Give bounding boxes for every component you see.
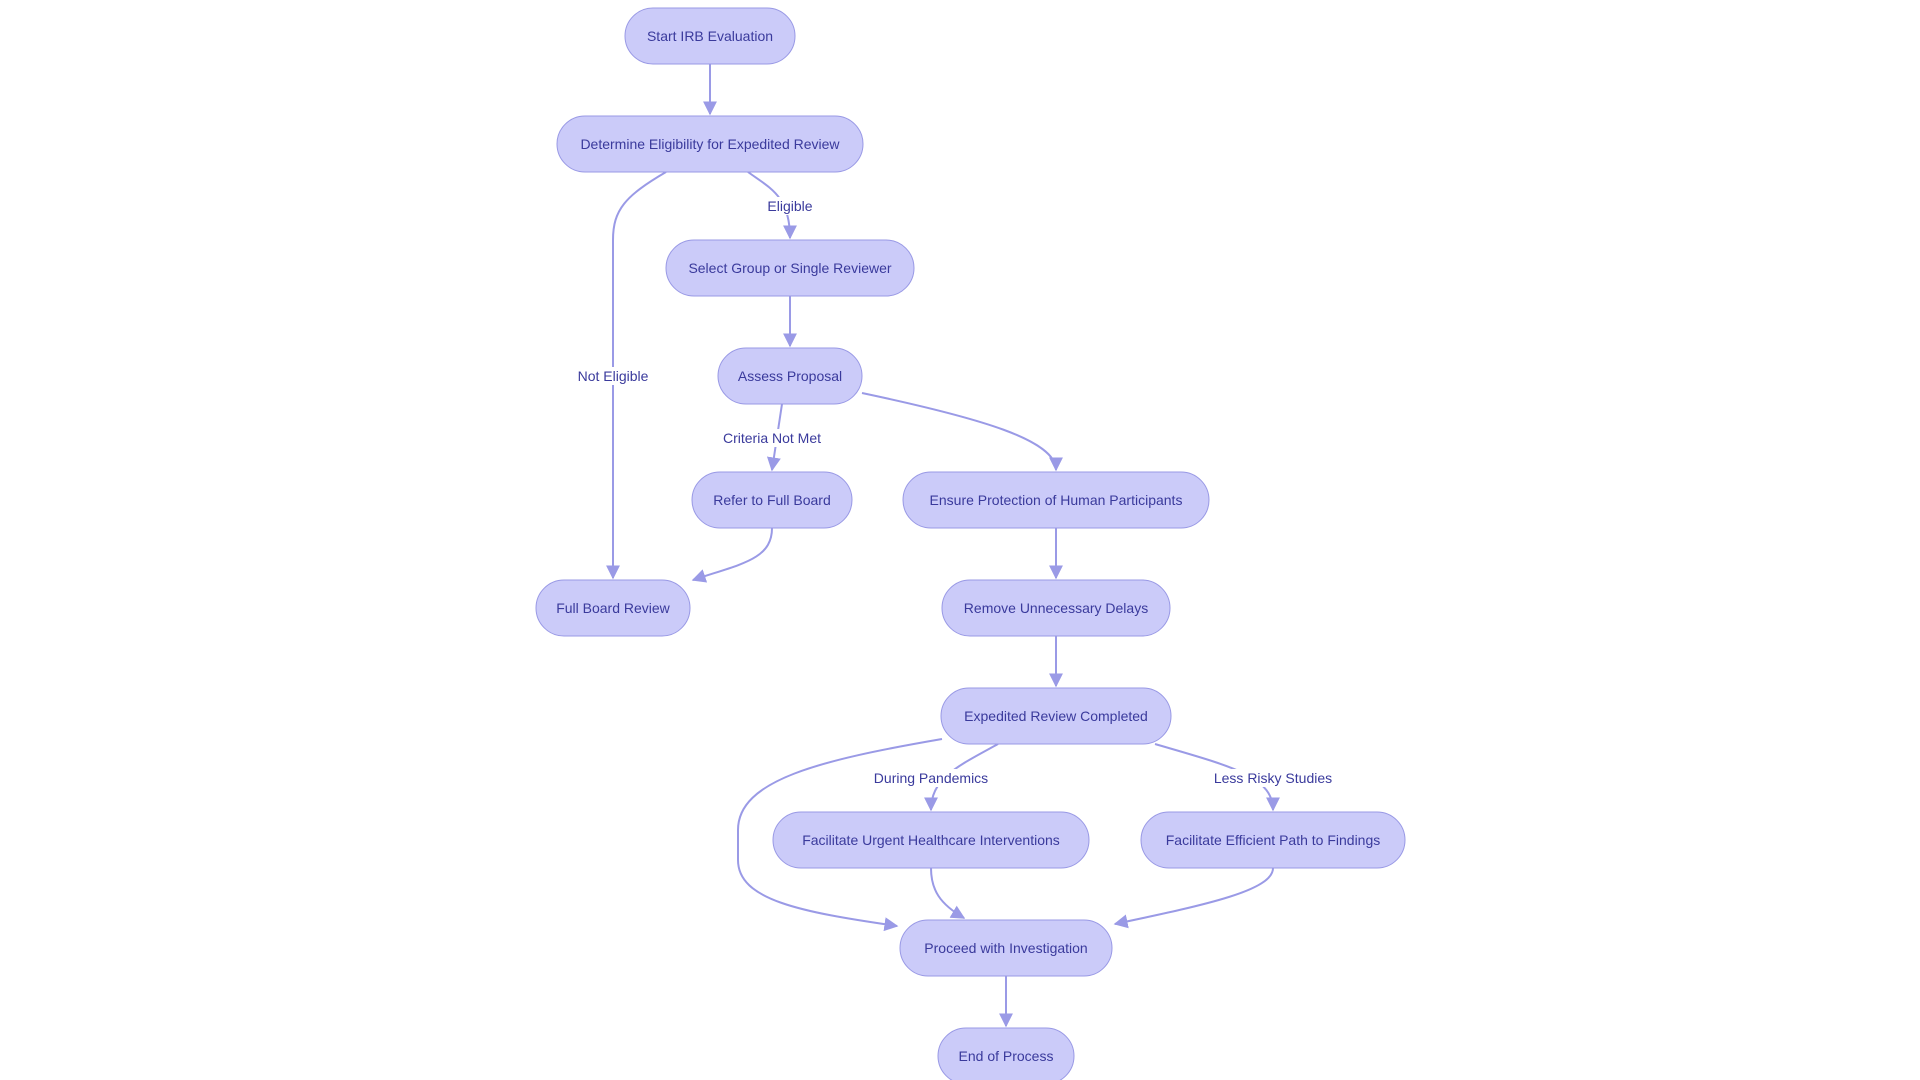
node-label: Determine Eligibility for Expedited Revi… xyxy=(580,136,840,152)
edge-label-text: Not Eligible xyxy=(578,368,649,384)
edge-urgent-to-proceed xyxy=(930,867,966,919)
edge-assess-to-protect xyxy=(861,392,1063,472)
edge-label: Criteria Not Met xyxy=(719,429,825,447)
node-label: Refer to Full Board xyxy=(713,492,831,508)
node-label: Ensure Protection of Human Participants xyxy=(930,492,1183,508)
edge-arrow xyxy=(1113,867,1274,929)
edge-label: Less Risky Studies xyxy=(1210,769,1336,787)
node-label: Expedited Review Completed xyxy=(964,708,1148,724)
node-label: Facilitate Efficient Path to Findings xyxy=(1166,832,1381,848)
node-delays: Remove Unnecessary Delays xyxy=(941,579,1171,637)
node-label: Assess Proposal xyxy=(738,368,842,384)
edge-label-text: Less Risky Studies xyxy=(1214,770,1332,786)
node-start: Start IRB Evaluation xyxy=(624,7,796,65)
node-efficient: Facilitate Efficient Path to Findings xyxy=(1140,811,1406,869)
node-end: End of Process xyxy=(937,1027,1075,1080)
node-label: Full Board Review xyxy=(556,600,670,616)
node-label: End of Process xyxy=(959,1048,1054,1064)
node-label: Select Group or Single Reviewer xyxy=(688,260,891,276)
node-label: Facilitate Urgent Healthcare Interventio… xyxy=(802,832,1060,848)
edge-refer-to-fullboard xyxy=(691,527,773,583)
edge-efficient-to-proceed xyxy=(1113,867,1274,929)
node-protect: Ensure Protection of Human Participants xyxy=(902,471,1210,529)
edge-arrow xyxy=(691,527,773,583)
node-label: Start IRB Evaluation xyxy=(647,28,773,44)
node-completed: Expedited Review Completed xyxy=(940,687,1172,745)
flowchart-canvas: Eligible Not Eligible Criteria Not Met Duri… xyxy=(535,7,1406,1080)
edge-label: Not Eligible xyxy=(574,367,652,385)
edges-layer xyxy=(606,64,1280,1028)
node-refer: Refer to Full Board xyxy=(691,471,853,529)
edge-arrow xyxy=(930,867,966,919)
edge-label-text: During Pandemics xyxy=(874,770,988,786)
node-select: Select Group or Single Reviewer xyxy=(665,239,915,297)
edge-label-text: Criteria Not Met xyxy=(723,430,821,446)
edge-label: Eligible xyxy=(764,197,816,215)
node-eligibility: Determine Eligibility for Expedited Revi… xyxy=(556,115,864,173)
nodes-layer: Start IRB Evaluation Determine Eligibilit… xyxy=(535,7,1406,1080)
node-proceed: Proceed with Investigation xyxy=(899,919,1113,977)
node-assess: Assess Proposal xyxy=(717,347,863,405)
node-label: Proceed with Investigation xyxy=(924,940,1087,956)
node-label: Remove Unnecessary Delays xyxy=(964,600,1148,616)
node-urgent: Facilitate Urgent Healthcare Interventio… xyxy=(772,811,1090,869)
node-fullboard: Full Board Review xyxy=(535,579,691,637)
edge-arrow xyxy=(861,392,1063,472)
edge-label: During Pandemics xyxy=(870,769,992,787)
edge-label-text: Eligible xyxy=(767,198,812,214)
